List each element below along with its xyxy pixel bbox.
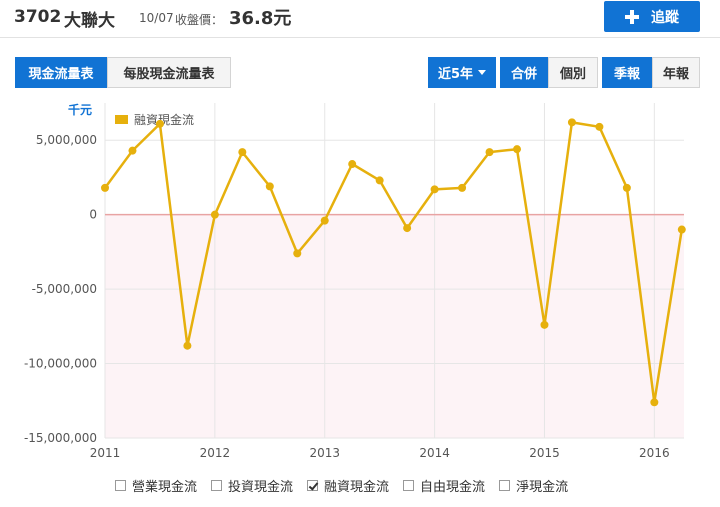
annual-button[interactable]: 年報 xyxy=(652,57,700,88)
y-tick-label: 5,000,000 xyxy=(36,133,97,147)
data-point xyxy=(265,182,274,191)
data-point xyxy=(485,148,494,157)
data-point xyxy=(430,185,439,194)
toggle-net-cashflow-label: 淨現金流 xyxy=(516,480,569,495)
quote-date: 10/07 xyxy=(139,11,174,25)
y-tick-label: -10,000,000 xyxy=(24,357,97,371)
x-tick-label: 2011 xyxy=(90,446,121,460)
data-point xyxy=(155,119,164,128)
stock-code: 3702 xyxy=(14,7,62,27)
x-tick-label: 2015 xyxy=(529,446,560,460)
stock-name: 大聯大 xyxy=(64,11,115,31)
tab-per-share-cashflow-label: 每股現金流量表 xyxy=(123,67,215,82)
data-point xyxy=(320,216,329,225)
x-tick-label: 2016 xyxy=(639,446,670,460)
close-price: 36.8元 xyxy=(229,8,292,29)
data-point xyxy=(650,398,659,407)
data-point xyxy=(458,183,467,192)
toggle-operating-cashflow-label: 營業現金流 xyxy=(132,480,198,495)
data-point xyxy=(567,118,576,127)
x-tick-label: 2014 xyxy=(419,446,450,460)
quarterly-button[interactable]: 季報 xyxy=(602,57,652,88)
toggle-free-cashflow[interactable]: 自由現金流 xyxy=(403,476,485,495)
toggle-investing-cashflow[interactable]: 投資現金流 xyxy=(211,476,293,495)
cashflow-line-chart: 5,000,000 0 -5,000,000 -10,000,000 -15,000,0… xyxy=(24,103,686,460)
follow-button-label: 追蹤 xyxy=(651,9,679,26)
chevron-down-icon xyxy=(478,70,487,75)
toggle-investing-cashflow-label: 投資現金流 xyxy=(228,480,294,495)
toggle-operating-cashflow[interactable]: 營業現金流 xyxy=(115,476,197,495)
quarterly-label: 季報 xyxy=(613,67,640,82)
legend-label: 融資現金流 xyxy=(134,112,194,127)
checkbox-net-cashflow[interactable] xyxy=(499,480,511,491)
data-point xyxy=(238,148,247,157)
checkbox-free-cashflow[interactable] xyxy=(403,480,415,491)
follow-button[interactable]: 追蹤 xyxy=(604,1,700,32)
checkbox-operating-cashflow[interactable] xyxy=(115,480,126,491)
data-point xyxy=(540,320,549,329)
data-point xyxy=(128,146,137,155)
annual-label: 年報 xyxy=(662,67,689,82)
individual-button[interactable]: 個別 xyxy=(548,57,598,88)
data-point xyxy=(403,224,412,233)
checkbox-investing-cashflow[interactable] xyxy=(211,480,223,491)
x-tick-label: 2013 xyxy=(309,446,340,460)
tab-cashflow-table[interactable]: 現金流量表 xyxy=(15,57,107,88)
period-dropdown[interactable]: 近5年 xyxy=(428,57,496,88)
data-point xyxy=(677,225,686,234)
toggle-financing-cashflow-label: 融資現金流 xyxy=(324,480,390,495)
legend-swatch xyxy=(115,115,128,124)
x-tick-label: 2012 xyxy=(200,446,231,460)
plus-icon xyxy=(625,9,639,24)
individual-label: 個別 xyxy=(559,67,586,82)
data-point xyxy=(622,183,631,192)
toggle-net-cashflow[interactable]: 淨現金流 xyxy=(499,476,568,495)
y-tick-label: -5,000,000 xyxy=(32,282,97,296)
close-price-label: 收盤價： xyxy=(175,13,224,27)
consolidated-button[interactable]: 合併 xyxy=(500,57,548,88)
data-point xyxy=(293,249,302,258)
period-dropdown-label: 近5年 xyxy=(437,67,474,82)
data-point xyxy=(375,176,384,185)
data-point xyxy=(595,122,604,131)
y-tick-label: -15,000,000 xyxy=(24,431,97,445)
data-point xyxy=(348,160,357,169)
data-point xyxy=(183,341,192,350)
series-toggle-legend: 營業現金流 投資現金流 融資現金流 自由現金流 淨現金流 xyxy=(115,476,582,495)
data-point xyxy=(210,210,219,219)
tab-cashflow-table-label: 現金流量表 xyxy=(28,67,94,82)
data-point xyxy=(101,183,109,192)
toggle-free-cashflow-label: 自由現金流 xyxy=(420,480,486,495)
toggle-financing-cashflow[interactable]: 融資現金流 xyxy=(307,476,389,495)
consolidated-label: 合併 xyxy=(510,67,537,82)
checkbox-financing-cashflow[interactable] xyxy=(307,480,319,491)
y-tick-label: 0 xyxy=(89,208,97,222)
stock-header: 3702 大聯大 10/07 收盤價： 36.8元 追蹤 xyxy=(0,0,720,38)
tab-per-share-cashflow[interactable]: 每股現金流量表 xyxy=(107,57,231,88)
data-point xyxy=(513,145,522,154)
